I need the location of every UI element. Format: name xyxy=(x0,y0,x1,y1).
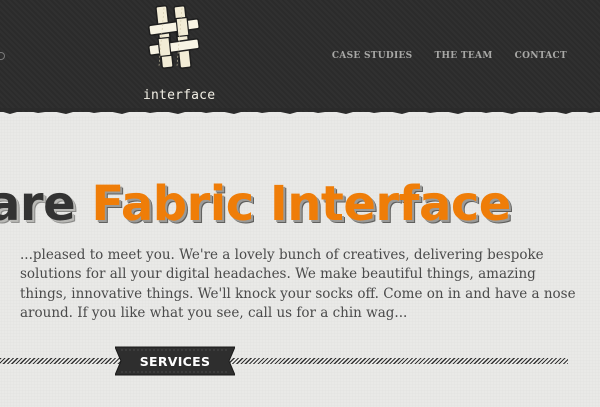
services-tab[interactable]: SERVICES xyxy=(115,345,235,377)
headline-prefix: are xyxy=(0,176,76,233)
nav-contact[interactable]: CONTACT xyxy=(515,51,567,61)
section-divider xyxy=(0,358,568,364)
site-header: interface CASE STUDIES THE TEAM CONTACT xyxy=(0,0,600,112)
nav-bullet-icon xyxy=(0,52,5,60)
nav-the-team[interactable]: THE TEAM xyxy=(435,51,493,61)
logo-wordmark[interactable]: interface xyxy=(143,88,223,103)
page-headline: are Fabric Interface xyxy=(0,176,511,232)
intro-paragraph: ...pleased to meet you. We're a lovely b… xyxy=(20,246,576,322)
main-nav: CASE STUDIES THE TEAM CONTACT xyxy=(332,51,567,61)
services-label: SERVICES xyxy=(139,353,211,369)
nav-case-studies[interactable]: CASE STUDIES xyxy=(332,51,413,61)
headline-brand: Fabric Interface xyxy=(91,176,511,233)
woven-hash-icon xyxy=(148,4,200,69)
torn-paper-edge xyxy=(0,108,600,114)
